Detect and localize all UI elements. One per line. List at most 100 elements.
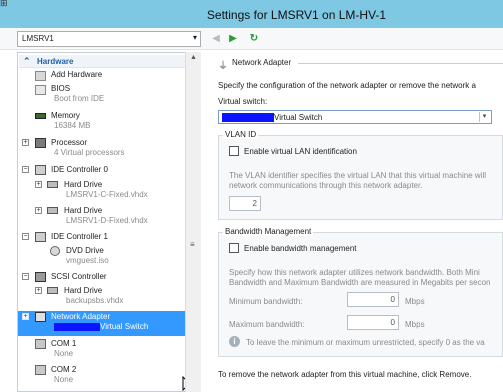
hard-drive-icon	[47, 207, 58, 214]
expand-icon[interactable]: +	[35, 181, 42, 188]
section-divider	[298, 63, 503, 64]
expand-icon[interactable]: +	[22, 139, 29, 146]
scroll-up-icon[interactable]: ▲	[190, 54, 197, 61]
sidebar-item-network-adapter[interactable]: + Network Adapter Virtual Switch	[18, 311, 185, 336]
expand-icon[interactable]: +	[35, 207, 42, 214]
expand-icon[interactable]: +	[35, 287, 42, 294]
collapse-icon: ⌃	[23, 56, 31, 66]
network-adapter-icon	[35, 312, 46, 322]
virtual-switch-value: Virtual Switch	[274, 113, 323, 122]
vlan-group-title: VLAN ID	[223, 130, 259, 139]
sidebar-item-label: Memory	[51, 111, 80, 120]
sidebar-item-sub: LMSRV1-C-Fixed.vhdx	[66, 190, 148, 199]
sidebar-item-memory[interactable]: Memory 16384 MB	[18, 110, 185, 134]
vlan-id-input[interactable]: 2	[229, 196, 261, 211]
sidebar-item-bios[interactable]: BIOS Boot from IDE	[18, 83, 185, 107]
sidebar-item-label: Hard Drive	[64, 286, 103, 295]
back-arrow-icon[interactable]: ◀	[209, 31, 223, 47]
sidebar-scrollbar[interactable]: ▲ ≡	[185, 52, 201, 392]
collapse-icon[interactable]: −	[22, 233, 29, 240]
scsi-icon	[35, 272, 46, 282]
sidebar-item-label: Add Hardware	[51, 70, 103, 79]
vm-select[interactable]: LMSRV1 ▾	[17, 31, 201, 47]
vlan-description-2: network communications through this netw…	[229, 181, 423, 190]
refresh-icon[interactable]: ↻	[247, 31, 261, 47]
window-title: Settings for LMSRV1 on LM-HV-1	[206, 8, 387, 22]
com-port-icon	[35, 339, 46, 349]
sidebar-item-label: Hard Drive	[64, 180, 103, 189]
virtual-switch-label: Virtual switch:	[218, 97, 268, 106]
remove-instruction: To remove the network adapter from this …	[218, 370, 472, 379]
bios-icon	[35, 85, 46, 95]
sidebar-item-hard-drive-c[interactable]: + Hard Drive LMSRV1-C-Fixed.vhdx	[18, 179, 185, 203]
collapse-icon[interactable]: −	[22, 273, 29, 280]
bandwidth-checkbox[interactable]	[229, 243, 239, 253]
forward-arrow-icon[interactable]: ▶	[226, 31, 240, 47]
hardware-header-label: Hardware	[37, 57, 74, 66]
intro-text: Specify the configuration of the network…	[218, 81, 476, 90]
dvd-icon	[50, 246, 60, 256]
bandwidth-note: To leave the minimum or maximum unrestri…	[246, 338, 485, 347]
title-bar: ⊞ Settings for LMSRV1 on LM-HV-1	[0, 0, 503, 28]
controller-icon	[35, 232, 46, 242]
sidebar-item-sub: None	[54, 375, 74, 384]
vlan-checkbox-label: Enable virtual LAN identification	[244, 147, 357, 156]
sidebar-item-label: DVD Drive	[66, 246, 104, 255]
sidebar-item-sub: 16384 MB	[54, 121, 91, 130]
sidebar-item-label: BIOS	[51, 84, 71, 93]
bandwidth-description-2: Bandwidth and Maximum Bandwidth are meas…	[229, 278, 491, 287]
virtual-switch-select[interactable]: Virtual Switch ▾	[218, 110, 492, 124]
scroll-grip-icon[interactable]: ≡	[190, 240, 195, 249]
sidebar-item-label: Hard Drive	[64, 206, 103, 215]
vm-select-value: LMSRV1	[22, 34, 54, 43]
sidebar-item-sub: vmguest.iso	[66, 256, 109, 265]
chevron-down-icon: ▾	[192, 33, 197, 42]
sidebar-item-sub: LMSRV1-D-Fixed.vhdx	[66, 216, 148, 225]
max-bandwidth-unit: Mbps	[405, 320, 425, 329]
min-bandwidth-input[interactable]: 0	[347, 292, 399, 307]
sidebar-item-sub: Boot from IDE	[54, 94, 105, 103]
redacted-switch-name	[222, 113, 274, 122]
sidebar-item-sub: backupsbs.vhdx	[66, 296, 124, 305]
sidebar-item-label: COM 1	[51, 339, 77, 348]
sidebar-item-com-1[interactable]: COM 1 None	[18, 338, 185, 362]
sidebar-item-dvd-drive[interactable]: DVD Drive vmguest.iso	[18, 245, 185, 269]
controller-icon	[35, 165, 46, 175]
sidebar-item-sub: 4 Virtual processors	[54, 148, 125, 157]
sidebar-item-sub: Virtual Switch	[100, 322, 149, 331]
sidebar-item-label: Network Adapter	[51, 312, 111, 321]
network-adapter-icon: ⏚	[218, 61, 228, 72]
min-bandwidth-label: Minimum bandwidth:	[229, 297, 303, 306]
redacted-switch-name	[54, 323, 100, 331]
hardware-tree: ⌃ Hardware Add Hardware BIOS Boot from I…	[17, 52, 201, 392]
add-hardware-icon	[35, 71, 46, 81]
sidebar-item-label: SCSI Controller	[51, 272, 107, 281]
sidebar-item-processor[interactable]: + Processor 4 Virtual processors	[18, 137, 185, 161]
vlan-checkbox[interactable]	[229, 146, 239, 156]
sidebar-item-label: IDE Controller 0	[51, 165, 108, 174]
com-port-icon	[35, 365, 46, 375]
expand-icon[interactable]: +	[22, 313, 29, 320]
section-title: Network Adapter	[232, 58, 292, 67]
sidebar-item-label: COM 2	[51, 365, 77, 374]
max-bandwidth-input[interactable]: 0	[347, 315, 399, 330]
chevron-down-icon: ▾	[479, 112, 489, 122]
hard-drive-icon	[47, 287, 58, 294]
sidebar-item-hard-drive-backup[interactable]: + Hard Drive backupsbs.vhdx	[18, 285, 185, 309]
sidebar-item-hard-drive-d[interactable]: + Hard Drive LMSRV1-D-Fixed.vhdx	[18, 205, 185, 229]
bandwidth-group-title: Bandwidth Management	[223, 227, 314, 236]
vlan-description: The VLAN identifier specifies the virtua…	[229, 171, 486, 180]
min-bandwidth-unit: Mbps	[405, 297, 425, 306]
max-bandwidth-label: Maximum bandwidth:	[229, 320, 305, 329]
hard-drive-icon	[47, 181, 58, 188]
info-icon: i	[229, 336, 240, 347]
memory-icon	[35, 113, 46, 119]
collapse-icon[interactable]: −	[22, 166, 29, 173]
sidebar-item-sub: None	[54, 349, 74, 358]
bandwidth-description: Specify how this network adapter utilize…	[229, 268, 480, 277]
sidebar-item-label: IDE Controller 1	[51, 232, 108, 241]
sidebar-item-com-2[interactable]: COM 2 None	[18, 364, 185, 388]
bandwidth-checkbox-label: Enable bandwidth management	[244, 244, 357, 253]
processor-icon	[35, 138, 46, 148]
hardware-section-header[interactable]: ⌃ Hardware	[19, 55, 200, 68]
